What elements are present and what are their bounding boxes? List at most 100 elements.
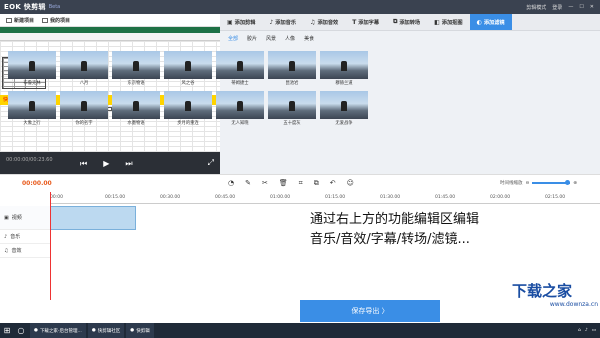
- app-icon: ●: [91, 328, 96, 333]
- next-frame-icon[interactable]: ⏭: [125, 159, 132, 169]
- tab-add-subtitle[interactable]: T 添加字幕: [345, 14, 386, 30]
- new-project-button[interactable]: 新建项目: [6, 17, 34, 24]
- filter-icon: ◐: [476, 18, 482, 26]
- os-taskbar: ⊞ ○ ● 下载之家-后台管理... ● 快剪辑社区 ● 快剪辑 ⌂ ♪ ▭: [0, 323, 600, 338]
- filter-item[interactable]: 东京物语: [112, 51, 160, 88]
- tab-add-transition[interactable]: ⧉ 添加转场: [386, 14, 427, 30]
- timeline-toolbar: 00:00.00 ◔ ✎ ✂ 🗑 ⌗ ⧉ ↶ ☺ 时间线缩放 ⊖ ⊕: [0, 174, 600, 192]
- new-project-icon: [6, 17, 12, 23]
- playhead[interactable]: [50, 192, 51, 300]
- sticker-icon[interactable]: ☺: [347, 179, 354, 188]
- network-icon[interactable]: ⌂: [578, 328, 581, 333]
- filter-thumbnail: [164, 51, 212, 79]
- taskbar-app[interactable]: ● 快剪辑: [126, 323, 154, 338]
- tab-add-filter[interactable]: ◐ 添加滤镜: [469, 14, 512, 30]
- filter-item[interactable]: 蒂姆捷士: [216, 51, 264, 88]
- filter-item[interactable]: 你的名字: [60, 91, 108, 128]
- crop-icon[interactable]: ⌗: [299, 179, 303, 188]
- site-watermark: 下载之家 www.downza.cn: [512, 283, 598, 323]
- notification-icon[interactable]: ▭: [592, 328, 596, 333]
- zoom-slider[interactable]: [532, 180, 571, 185]
- filter-thumbnail: [216, 51, 264, 79]
- fullscreen-icon[interactable]: ⤢: [208, 158, 214, 168]
- taskbar-app[interactable]: ● 下载之家-后台管理...: [30, 323, 86, 338]
- category-all[interactable]: 全部: [228, 35, 238, 42]
- category-film[interactable]: 胶片: [247, 35, 257, 42]
- taskbar-app[interactable]: ● 快剪辑社区: [87, 323, 125, 338]
- filter-item[interactable]: 五十度灰: [268, 91, 316, 128]
- tab-add-sound[interactable]: ♫ 添加音效: [303, 14, 345, 30]
- edit-icon[interactable]: ✎: [245, 179, 251, 188]
- ruler-tick: 00:30.00: [160, 195, 181, 200]
- filter-item[interactable]: 风之谷: [164, 51, 212, 88]
- filter-thumbnail: [216, 91, 264, 119]
- filter-thumbnail: [268, 91, 316, 119]
- ruler-tick: 01:45.00: [435, 195, 456, 200]
- function-tabs: ▣ 添加剪辑 ♪ 添加音乐 ♫ 添加音效 T 添加字幕 ⧉ 添加转场 ◧ 添加抠图 ◐ 添加滤…: [220, 14, 600, 31]
- project-toolbar: 新建项目 我的项目: [0, 14, 220, 27]
- filter-item[interactable]: 八月: [60, 51, 108, 88]
- tab-add-music[interactable]: ♪ 添加音乐: [262, 14, 303, 30]
- minimize-icon[interactable]: —: [568, 4, 573, 10]
- filter-item[interactable]: 穆赫兰道: [320, 51, 368, 88]
- tab-add-clip[interactable]: ▣ 添加剪辑: [220, 14, 262, 30]
- zoom-out-icon[interactable]: ⊖: [526, 181, 530, 186]
- filter-thumbnail: [268, 51, 316, 79]
- app-icon: ●: [34, 328, 38, 333]
- text-icon: T: [352, 18, 357, 26]
- filter-thumbnail: [8, 91, 56, 119]
- cut-icon[interactable]: ✂: [262, 179, 268, 188]
- delete-icon[interactable]: 🗑: [279, 179, 288, 188]
- filter-item[interactable]: 无爱战争: [320, 91, 368, 128]
- tab-add-cutout[interactable]: ◧ 添加抠图: [427, 14, 469, 30]
- zoom-in-icon[interactable]: ⊕: [573, 181, 577, 186]
- category-food[interactable]: 美食: [304, 35, 314, 42]
- prev-frame-icon[interactable]: ⏮: [80, 159, 87, 169]
- filter-thumbnail: [112, 91, 160, 119]
- player-controls: 00:00:00/00:23.60 ⏮ ▶ ⏭ ⤢: [0, 152, 220, 174]
- mode-label[interactable]: 剪辑模式: [526, 4, 546, 11]
- transition-icon: ⧉: [393, 18, 398, 25]
- ruler-tick: 01:30.00: [380, 195, 401, 200]
- my-projects-button[interactable]: 我的项目: [42, 17, 70, 24]
- ruler-tick: 01:15.00: [325, 195, 346, 200]
- film-icon: ▣: [227, 18, 233, 26]
- play-icon[interactable]: ▶: [103, 159, 109, 169]
- filter-item[interactable]: 大象上行: [8, 91, 56, 128]
- filter-item[interactable]: 水墨物语: [112, 91, 160, 128]
- export-button[interactable]: 保存导出 〉: [300, 300, 440, 322]
- video-clip[interactable]: [50, 206, 136, 230]
- filter-item[interactable]: 昆池岩: [268, 51, 316, 88]
- track-video: ▣ 视频: [0, 206, 50, 230]
- system-tray: ⌂ ♪ ▭: [578, 328, 596, 333]
- filter-item[interactable]: 布鲁克林: [8, 51, 56, 88]
- speed-icon[interactable]: ◔: [228, 179, 234, 188]
- filter-thumbnail: [60, 91, 108, 119]
- filter-item[interactable]: 步月的重连: [164, 91, 212, 128]
- copy-icon[interactable]: ⧉: [314, 179, 319, 188]
- windows-start-icon[interactable]: ⊞: [0, 326, 14, 335]
- close-icon[interactable]: ✕: [590, 4, 594, 10]
- category-portrait[interactable]: 人像: [285, 35, 295, 42]
- timeline-zoom: 时间线缩放 ⊖ ⊕: [500, 180, 577, 186]
- current-time: 00:00.00: [22, 180, 52, 187]
- tutorial-caption: 通过右上方的功能编辑区编辑 音乐/音效/字幕/转场/滤镜...: [310, 210, 479, 250]
- caption-line-2: 音乐/音效/字幕/转场/滤镜...: [310, 232, 470, 247]
- search-icon[interactable]: ○: [14, 326, 28, 335]
- ruler-tick: 00:45.00: [215, 195, 236, 200]
- ruler-tick: 01:00.00: [270, 195, 291, 200]
- music-icon: ♪: [269, 18, 274, 26]
- maximize-icon[interactable]: ☐: [579, 4, 583, 10]
- playback-time: 00:00:00/00:23.60: [6, 157, 53, 163]
- volume-icon[interactable]: ♪: [585, 328, 588, 333]
- filter-thumbnail: [60, 51, 108, 79]
- undo-icon[interactable]: ↶: [330, 179, 336, 188]
- app-icon: ●: [130, 328, 135, 333]
- filter-thumbnail: [164, 91, 212, 119]
- sound-track-icon: ♫: [4, 247, 9, 254]
- category-scenery[interactable]: 风景: [266, 35, 276, 42]
- ruler-tick: 00:15.00: [105, 195, 126, 200]
- filter-item[interactable]: 无人知晓: [216, 91, 264, 128]
- login-link[interactable]: 登录: [552, 4, 562, 11]
- zoom-slider-knob[interactable]: [565, 180, 571, 185]
